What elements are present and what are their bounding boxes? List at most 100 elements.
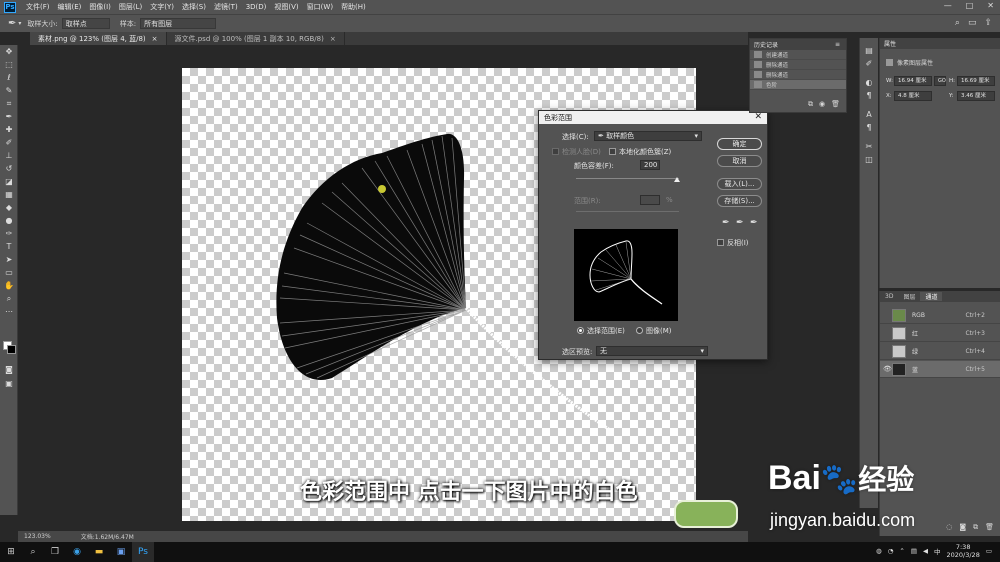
height-field[interactable]: 16.69 厘米: [957, 76, 995, 86]
history-item[interactable]: 创建通道: [750, 50, 846, 60]
selection-radio[interactable]: [577, 327, 584, 334]
menu-type[interactable]: 文字(Y): [146, 2, 178, 12]
menu-3d[interactable]: 3D(D): [242, 3, 271, 11]
color-swatches[interactable]: [3, 341, 17, 355]
eyedropper-minus-icon[interactable]: ✒: [750, 218, 758, 228]
adjustments-icon[interactable]: ◐: [860, 76, 878, 89]
history-item[interactable]: 色阶: [750, 80, 846, 90]
selection-preview[interactable]: [574, 229, 678, 321]
screen-mode-icon[interactable]: ▣: [0, 377, 18, 390]
eyedropper-plus-icon[interactable]: ✒: [736, 218, 744, 228]
type-tool-icon[interactable]: T: [0, 240, 18, 253]
brush-settings-icon[interactable]: ✐: [860, 57, 878, 70]
close-icon[interactable]: ×: [152, 35, 158, 43]
channel-row-rgb[interactable]: RGB Ctrl+2: [880, 307, 1000, 324]
workspace-icon[interactable]: ▭: [968, 18, 977, 28]
width-field[interactable]: 16.94 厘米: [894, 76, 932, 86]
path-select-tool-icon[interactable]: ➤: [0, 253, 18, 266]
select-dropdown[interactable]: ✒ 取样颜色 ▾: [594, 131, 702, 141]
clone-source-icon[interactable]: ◫: [860, 153, 878, 166]
notifications-icon[interactable]: ▭: [986, 547, 992, 555]
share-icon[interactable]: ⇪: [984, 18, 992, 28]
eye-icon[interactable]: 👁: [883, 365, 892, 373]
stamp-tool-icon[interactable]: ⊥: [0, 149, 18, 162]
paragraph-icon[interactable]: ¶: [860, 89, 878, 102]
hand-tool-icon[interactable]: ✋: [0, 279, 18, 292]
marquee-tool-icon[interactable]: ⬚: [0, 58, 18, 71]
history-item[interactable]: 删除通道: [750, 60, 846, 70]
tab-3d[interactable]: 3D: [880, 293, 898, 300]
sample-select[interactable]: 所有图层: [140, 18, 217, 29]
sample-size-select[interactable]: 取样点: [61, 18, 110, 29]
camera-icon[interactable]: ◉: [819, 100, 825, 109]
gradient-tool-icon[interactable]: ▦: [0, 188, 18, 201]
tab-layers[interactable]: 图层: [898, 292, 920, 301]
eraser-tool-icon[interactable]: ◪: [0, 175, 18, 188]
close-icon[interactable]: ✕: [754, 112, 762, 122]
y-field[interactable]: 3.46 厘米: [957, 91, 995, 101]
fuzziness-input[interactable]: 200: [640, 160, 660, 170]
menu-help[interactable]: 帮助(H): [337, 2, 370, 12]
volume-icon[interactable]: ◀: [923, 547, 928, 555]
healing-tool-icon[interactable]: ✚: [0, 123, 18, 136]
close-window-button[interactable]: ✕: [987, 1, 994, 10]
quick-mask-icon[interactable]: ◙: [0, 363, 18, 376]
close-icon[interactable]: ×: [330, 35, 336, 43]
app-icon[interactable]: ▣: [110, 542, 132, 562]
wechat-icon[interactable]: ◍: [876, 547, 882, 555]
channel-row-green[interactable]: 绿 Ctrl+4: [880, 343, 1000, 360]
maximize-button[interactable]: □: [966, 1, 974, 10]
blur-tool-icon[interactable]: ◆: [0, 201, 18, 214]
menu-window[interactable]: 窗口(W): [303, 2, 337, 12]
menu-filter[interactable]: 滤镜(T): [210, 2, 242, 12]
quick-select-tool-icon[interactable]: ✎: [0, 84, 18, 97]
trash-icon[interactable]: 🗑: [831, 100, 840, 109]
x-field[interactable]: 4.8 厘米: [894, 91, 932, 101]
photoshop-taskbar-icon[interactable]: Ps: [132, 542, 154, 562]
windows-start-icon[interactable]: ⊞: [0, 542, 22, 562]
tools-icon[interactable]: ✂: [860, 140, 878, 153]
new-document-icon[interactable]: ⧉: [808, 100, 813, 109]
history-title[interactable]: 历史记录: [754, 40, 778, 49]
cancel-button[interactable]: 取消: [717, 155, 762, 167]
glyphs-icon[interactable]: ¶: [860, 121, 878, 134]
tab-sucai[interactable]: 素材.png @ 123% (图层 4, 蓝/8) ×: [30, 32, 167, 45]
fuzziness-slider-handle[interactable]: [674, 177, 680, 182]
menu-edit[interactable]: 编辑(E): [54, 2, 86, 12]
minimize-button[interactable]: —: [944, 1, 952, 10]
eyedropper-tool-icon[interactable]: ✒: [0, 110, 18, 123]
selection-preview-select[interactable]: 无 ▾: [596, 346, 708, 356]
more-tools-icon[interactable]: ⋯: [0, 305, 18, 318]
load-button[interactable]: 载入(L)...: [717, 178, 762, 190]
channel-row-blue[interactable]: 👁 蓝 Ctrl+5: [880, 361, 1000, 378]
tray-icon[interactable]: ◔: [888, 547, 894, 555]
menu-image[interactable]: 图像(I): [85, 2, 115, 12]
properties-title[interactable]: 属性: [884, 39, 896, 48]
eyedropper-icon[interactable]: ✒: [722, 218, 730, 228]
localized-clusters-checkbox[interactable]: [609, 148, 616, 155]
clock[interactable]: 7:38 2020/3/28: [947, 543, 980, 559]
dodge-tool-icon[interactable]: ●: [0, 214, 18, 227]
task-view-icon[interactable]: ❐: [44, 542, 66, 562]
pen-tool-icon[interactable]: ✑: [0, 227, 18, 240]
file-explorer-icon[interactable]: ▬: [88, 542, 110, 562]
image-radio[interactable]: [636, 327, 643, 334]
crop-tool-icon[interactable]: ⌗: [0, 97, 18, 110]
history-item[interactable]: 删除通道: [750, 70, 846, 80]
menu-view[interactable]: 视图(V): [270, 2, 302, 12]
menu-select[interactable]: 选择(S): [178, 2, 210, 12]
lasso-tool-icon[interactable]: ℓ: [0, 71, 18, 84]
brush-tool-icon[interactable]: ✐: [0, 136, 18, 149]
channel-row-red[interactable]: 红 Ctrl+3: [880, 325, 1000, 342]
save-button[interactable]: 存储(S)...: [717, 195, 762, 207]
network-icon[interactable]: ▤: [911, 547, 917, 555]
search-icon[interactable]: ⌕: [22, 542, 44, 562]
tab-source[interactable]: 源文件.psd @ 100% (图层 1 副本 10, RGB/8) ×: [167, 32, 345, 45]
menu-file[interactable]: 文件(F): [22, 2, 54, 12]
tool-preset-chevron-icon[interactable]: ▾: [18, 20, 21, 27]
background-color-swatch[interactable]: [7, 345, 16, 354]
fuzziness-slider-track[interactable]: [576, 178, 679, 179]
menu-layer[interactable]: 图层(L): [115, 2, 146, 12]
ok-button[interactable]: 确定: [717, 138, 762, 150]
browser-icon[interactable]: ◉: [66, 542, 88, 562]
